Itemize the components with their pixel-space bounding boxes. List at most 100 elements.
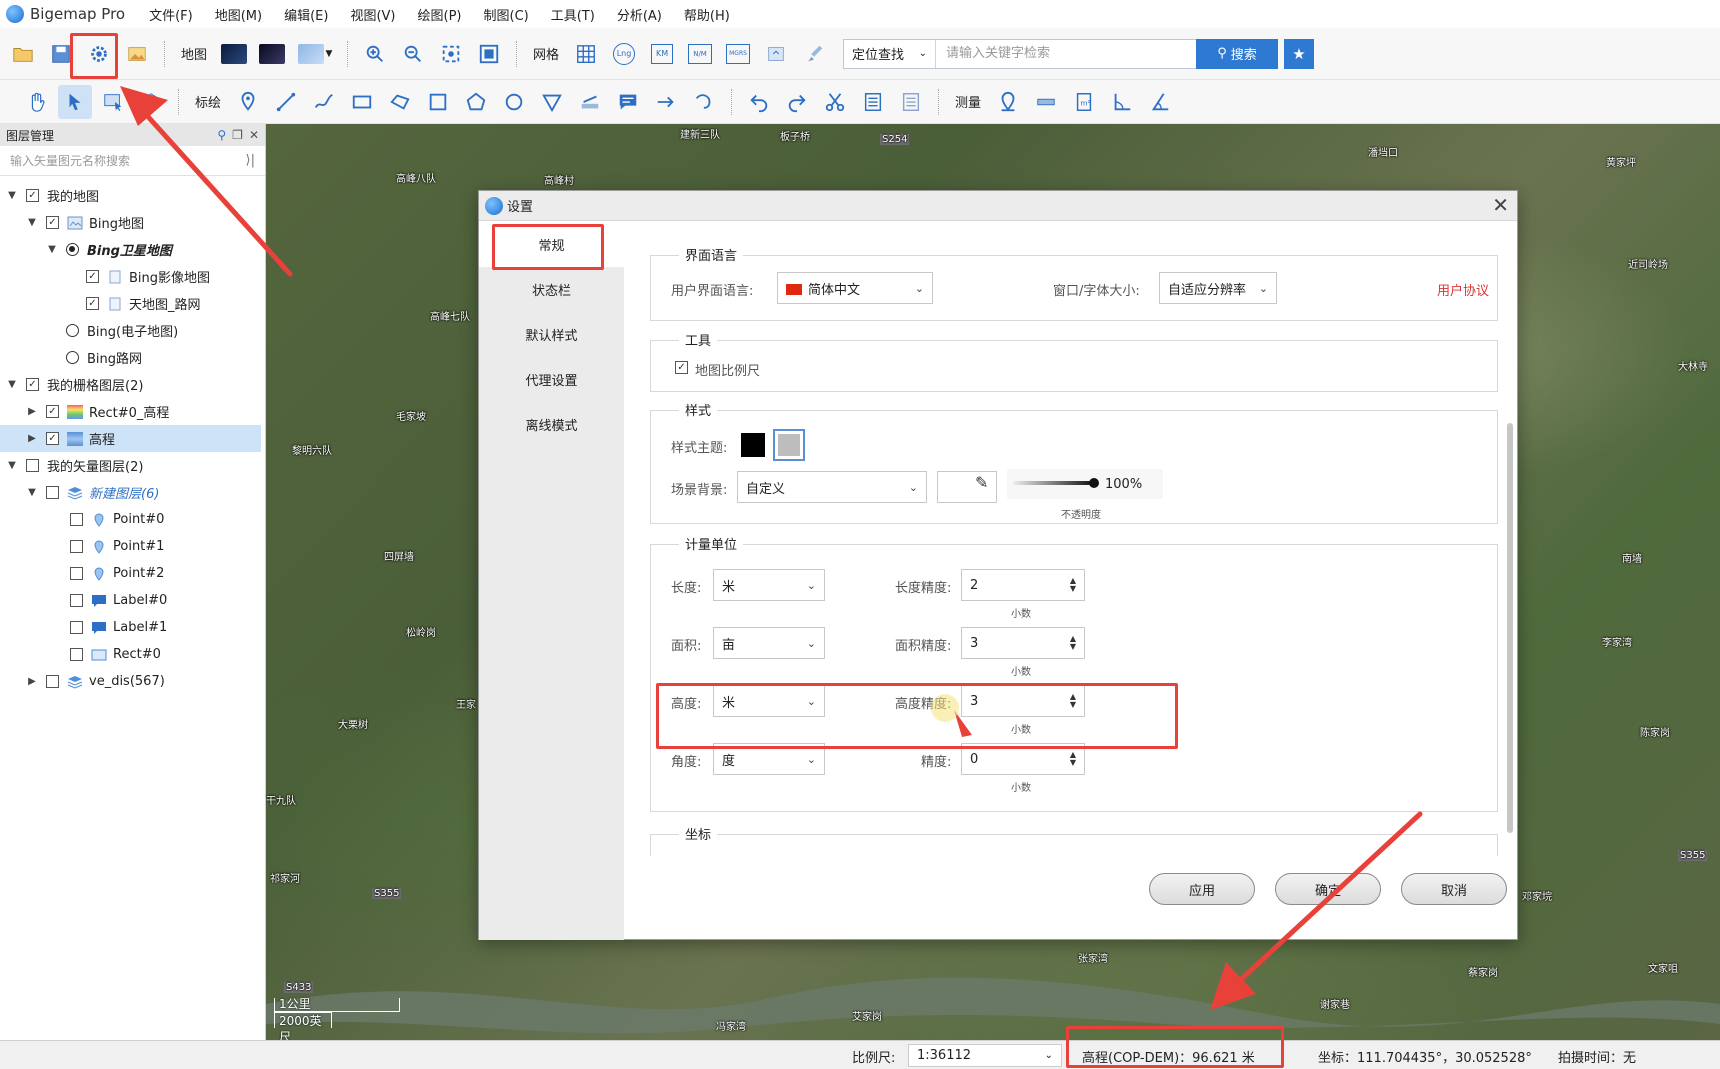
measure-angle-icon[interactable] xyxy=(1105,85,1139,119)
menu-view[interactable]: 视图(V) xyxy=(348,3,397,26)
tree-node-rect0[interactable]: Rect#0 xyxy=(0,641,265,668)
redo-icon[interactable] xyxy=(780,85,814,119)
map-source-thumbnail-1[interactable] xyxy=(217,37,251,71)
document-list-icon[interactable] xyxy=(856,85,890,119)
chevron-down-icon[interactable]: ▼ xyxy=(6,190,18,201)
menu-file[interactable]: 文件(F) xyxy=(147,3,195,26)
user-agreement-link[interactable]: 用户协议 xyxy=(1437,280,1489,299)
ui-language-select[interactable]: 简体中文 ⌄ xyxy=(777,272,933,304)
nav-offline[interactable]: 离线模式 xyxy=(479,402,624,447)
font-size-select[interactable]: 自适应分辨率 ⌄ xyxy=(1159,272,1277,304)
spinner-arrows-icon[interactable]: ▲ ▼ xyxy=(1070,577,1076,593)
tree-node-bing-image[interactable]: ✓ Bing影像地图 xyxy=(0,263,265,290)
area-precision-spinner[interactable]: 3 ▲ ▼ xyxy=(961,627,1085,659)
checkbox[interactable] xyxy=(70,648,83,661)
polygon-tool-icon[interactable] xyxy=(383,85,417,119)
arrow-tool-icon[interactable] xyxy=(649,85,683,119)
theme-black-swatch[interactable] xyxy=(741,433,765,457)
opacity-slider-track[interactable] xyxy=(1013,481,1093,485)
tree-node-vector-layers[interactable]: ▼ 我的矢量图层(2) xyxy=(0,452,265,479)
freehand-line-icon[interactable] xyxy=(307,85,341,119)
undo-icon[interactable] xyxy=(742,85,776,119)
checkbox[interactable] xyxy=(70,567,83,580)
tree-node-bing-road[interactable]: Bing路网 xyxy=(0,344,265,371)
nav-default-style[interactable]: 默认样式 xyxy=(479,312,624,357)
zoom-out-icon[interactable] xyxy=(396,37,430,71)
menu-help[interactable]: 帮助(H) xyxy=(682,3,732,26)
sector-tool-icon[interactable] xyxy=(535,85,569,119)
checkbox[interactable]: ✓ xyxy=(26,378,39,391)
export-grid-icon[interactable] xyxy=(759,37,793,71)
nav-proxy[interactable]: 代理设置 xyxy=(479,357,624,402)
circle-tool-icon[interactable] xyxy=(497,85,531,119)
map-source-thumbnail-2[interactable] xyxy=(255,37,289,71)
chevron-down-icon[interactable]: ▼ xyxy=(26,487,38,498)
attribute-table-icon[interactable] xyxy=(894,85,928,119)
cut-scissors-icon[interactable] xyxy=(818,85,852,119)
select-image-icon[interactable] xyxy=(96,85,130,119)
area-unit-select[interactable]: 亩 ⌄ xyxy=(713,627,825,659)
checkbox[interactable] xyxy=(70,513,83,526)
radio-unselected[interactable] xyxy=(66,324,79,337)
panel-close-icon[interactable]: ✕ xyxy=(249,128,259,142)
curve-tool-icon[interactable] xyxy=(687,85,721,119)
tree-node-tianditu-road[interactable]: ✓ 天地图_路网 xyxy=(0,290,265,317)
mgrs-grid-icon[interactable]: MGRS xyxy=(721,37,755,71)
tree-node-label0[interactable]: Label#0 xyxy=(0,587,265,614)
radio-selected[interactable] xyxy=(66,243,79,256)
tree-node-point0[interactable]: Point#0 xyxy=(0,506,265,533)
full-extent-icon[interactable] xyxy=(472,37,506,71)
collapse-panel-icon[interactable]: ⟩| xyxy=(246,153,255,168)
cancel-button[interactable]: 取消 xyxy=(1401,873,1507,905)
scale-dropdown[interactable]: 1:36112 ⌄ xyxy=(908,1044,1062,1067)
length-unit-select[interactable]: 米 ⌄ xyxy=(713,569,825,601)
pan-hand-icon[interactable] xyxy=(20,85,54,119)
checkbox[interactable] xyxy=(46,675,59,688)
map-scale-checkbox[interactable]: ✓ xyxy=(675,361,688,374)
search-button[interactable]: ⚲ 搜索 xyxy=(1196,38,1279,69)
checkbox[interactable] xyxy=(26,459,39,472)
keyword-search-input[interactable] xyxy=(936,39,1197,68)
opacity-slider-handle[interactable] xyxy=(1089,478,1099,488)
panel-search-icon[interactable]: ⚲ xyxy=(217,128,226,142)
panel-restore-icon[interactable]: ❐ xyxy=(232,128,243,142)
measure-distance-icon[interactable] xyxy=(1029,85,1063,119)
dialog-scrollbar[interactable] xyxy=(1507,423,1513,833)
label-comment-icon[interactable] xyxy=(611,85,645,119)
nm-grid-icon[interactable]: N/M xyxy=(683,37,717,71)
tree-node-rect0-elevation[interactable]: ▶ ✓ Rect#0_高程 xyxy=(0,398,265,425)
checkbox[interactable]: ✓ xyxy=(26,189,39,202)
image-icon[interactable] xyxy=(120,37,154,71)
measure-azimuth-icon[interactable] xyxy=(1143,85,1177,119)
chevron-right-icon[interactable]: ▶ xyxy=(26,433,38,444)
tree-node-my-maps[interactable]: ▼ ✓ 我的地图 xyxy=(0,182,265,209)
select-polygon-icon[interactable] xyxy=(134,85,168,119)
tree-node-elevation[interactable]: ▶ ✓ 高程 xyxy=(0,425,261,452)
zoom-in-icon[interactable] xyxy=(358,37,392,71)
menu-cartography[interactable]: 制图(C) xyxy=(482,3,531,26)
tree-node-bing-satellite[interactable]: ▼ Bing卫星地图 xyxy=(0,236,265,263)
checkbox[interactable]: ✓ xyxy=(46,432,59,445)
menu-tools[interactable]: 工具(T) xyxy=(549,3,597,26)
eyedropper-icon[interactable]: ✎ xyxy=(975,473,988,492)
chevron-down-icon[interactable]: ▼ xyxy=(6,460,18,471)
checkbox[interactable]: ✓ xyxy=(86,297,99,310)
chevron-down-icon[interactable]: ▼ xyxy=(6,379,18,390)
measure-area-icon[interactable]: m² xyxy=(1067,85,1101,119)
scene-bg-select[interactable]: 自定义 ⌄ xyxy=(737,471,927,503)
tree-node-bing-electronic[interactable]: Bing(电子地图) xyxy=(0,317,265,344)
checkbox[interactable] xyxy=(70,540,83,553)
checkbox[interactable]: ✓ xyxy=(46,216,59,229)
rectangle-tool-icon[interactable] xyxy=(345,85,379,119)
line-tool-icon[interactable] xyxy=(269,85,303,119)
chevron-down-icon[interactable]: ▼ xyxy=(26,217,38,228)
lnglat-grid-icon[interactable]: Lng xyxy=(607,37,641,71)
apply-button[interactable]: 应用 xyxy=(1149,873,1255,905)
checkbox[interactable] xyxy=(46,486,59,499)
km-grid-icon[interactable]: KM xyxy=(645,37,679,71)
select-arrow-icon[interactable] xyxy=(58,84,92,119)
map-source-dropdown-icon[interactable]: ▼ xyxy=(293,37,337,71)
search-type-dropdown[interactable]: 定位查找 ⌄ xyxy=(844,39,937,68)
point-marker-icon[interactable] xyxy=(231,85,265,119)
menu-edit[interactable]: 编辑(E) xyxy=(282,3,330,26)
